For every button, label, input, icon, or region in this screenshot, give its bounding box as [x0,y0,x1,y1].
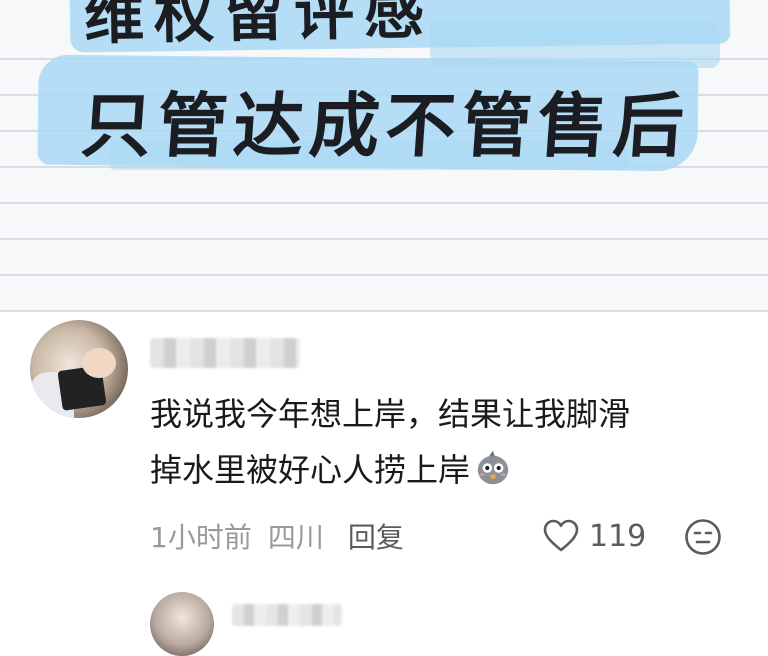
like-count: 119 [589,518,647,554]
comment-location: 四川 [267,521,324,554]
user-avatar[interactable] [30,320,128,418]
post-image: 维权留评感 只管达成不管售后 [0,0,768,312]
comment-time: 1小时前 [150,521,252,554]
username-blurred[interactable] [150,338,300,368]
comment-text-line-1: 我说我今年想上岸，结果让我脚滑 [150,395,631,433]
reply-button[interactable]: 回复 [348,516,404,556]
avatar-detail [82,348,116,378]
like-button[interactable]: 119 [543,514,646,558]
meh-face-icon[interactable] [684,518,722,556]
comment-text-line-2-text: 掉水里被好心人捞上岸 [150,451,471,489]
heart-outline-icon [543,519,579,552]
comment-meta: 1小时前 四川 回复 [150,514,404,558]
user-avatar[interactable] [150,592,214,656]
handwritten-line-2: 只管达成不管售后 [78,84,693,167]
username-blurred[interactable] [232,604,342,626]
surprised-chick-emoji-icon [477,450,509,485]
comment-text[interactable]: 我说我今年想上岸，结果让我脚滑 掉水里被好心人捞上岸 [150,386,740,498]
handwritten-line-1: 维权留评感 [83,0,435,54]
comment-text-line-2: 掉水里被好心人捞上岸 [150,442,740,498]
